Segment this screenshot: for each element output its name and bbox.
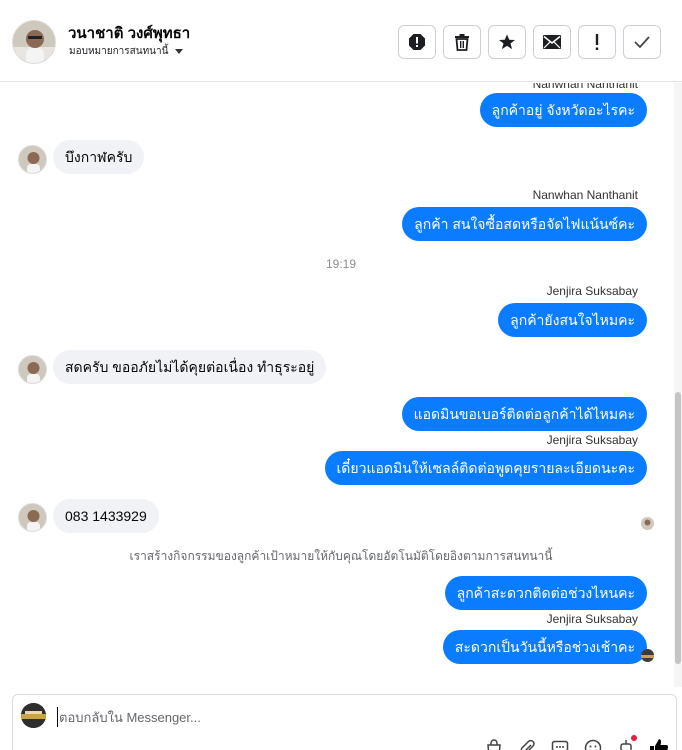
seen-receipt-avatar xyxy=(641,517,654,530)
attach-button[interactable] xyxy=(516,737,538,750)
send-like-button[interactable] xyxy=(648,737,670,750)
outgoing-message[interactable]: แอดมินขอเบอร์ติดต่อลูกค้าได้ไหมคะ xyxy=(401,397,647,431)
scrollbar-thumb[interactable] xyxy=(675,392,681,664)
trash-icon xyxy=(455,34,469,51)
emoji-button[interactable] xyxy=(582,737,604,750)
contact-avatar-small xyxy=(18,503,47,532)
saved-reply-button[interactable] xyxy=(549,737,571,750)
header-actions xyxy=(398,25,661,59)
shop-button[interactable] xyxy=(483,737,505,750)
contact-avatar-small xyxy=(18,145,47,174)
star-button[interactable] xyxy=(488,25,526,59)
sender-name: Nanwhan Nanthanit xyxy=(532,188,638,202)
mark-spam-button[interactable] xyxy=(398,25,436,59)
automation-button[interactable] xyxy=(615,735,637,750)
caret-down-icon xyxy=(175,49,184,54)
conversation-header: วนาชาติ วงศ์พุทธา มอบหมายการสนทนานี้ xyxy=(0,0,682,82)
mark-done-button[interactable] xyxy=(623,25,661,59)
delete-button[interactable] xyxy=(443,25,481,59)
assign-conversation-dropdown[interactable]: มอบหมายการสนทนานี้ xyxy=(69,44,184,59)
sender-name: Jenjira Suksabay xyxy=(546,433,638,447)
page-avatar xyxy=(21,703,46,728)
contact-avatar[interactable] xyxy=(12,20,56,64)
outgoing-message[interactable]: สะดวกเป็นวันนี้หรือช่วงเช้าคะ xyxy=(442,630,647,664)
composer-toolbar xyxy=(483,735,670,750)
timestamp-separator: 19:19 xyxy=(325,257,357,271)
system-activity-note: เราสร้างกิจกรรมของลูกค้าเป้าหมายให้กับคุ… xyxy=(129,549,553,563)
spam-alert-icon xyxy=(409,34,425,50)
message-list[interactable]: Nanwhan Nanthanit ลูกค้าอยู่ จังหวัดอะไร… xyxy=(0,83,674,687)
contact-avatar-small xyxy=(18,355,47,384)
incoming-message[interactable]: บึงกาฬครับ xyxy=(53,140,145,174)
like-icon xyxy=(650,739,669,750)
outgoing-message[interactable]: ลูกค้ายังสนใจไหมคะ xyxy=(498,303,647,337)
reply-composer xyxy=(12,694,677,750)
contact-name[interactable]: วนาชาติ วงศ์พุทธา xyxy=(68,21,190,45)
sender-name: Jenjira Suksabay xyxy=(546,284,638,298)
paperclip-icon xyxy=(520,739,535,750)
reply-input[interactable] xyxy=(57,707,457,727)
notification-dot xyxy=(631,735,637,741)
follow-up-button[interactable] xyxy=(578,25,616,59)
outgoing-message[interactable]: ลูกค้า สนใจซื้อสดหรือจัดไฟแน้นซ์คะ xyxy=(402,207,647,241)
seen-receipt-avatar xyxy=(641,649,654,662)
incoming-message[interactable]: 083 1433929 xyxy=(53,499,159,533)
emoji-icon xyxy=(584,739,602,750)
incoming-message[interactable]: สดครับ ขออภัยไม่ได้คุยต่อเนื่อง ทำธุระอย… xyxy=(53,350,327,384)
sender-name: Jenjira Suksabay xyxy=(546,612,638,626)
mark-unread-button[interactable] xyxy=(533,25,571,59)
outgoing-message[interactable]: ลูกค้าสะดวกติดต่อช่วงไหนคะ xyxy=(444,576,647,610)
star-icon xyxy=(499,34,515,50)
assign-label: มอบหมายการสนทนานี้ xyxy=(69,46,169,57)
shopping-bag-icon xyxy=(487,739,501,750)
sender-name: Nanwhan Nanthanit xyxy=(532,83,638,91)
mail-icon xyxy=(543,35,561,49)
outgoing-message[interactable]: เดี๋ยวแอดมินให้เซลล์ติดต่อพูดคุยรายละเอี… xyxy=(324,451,647,485)
check-icon xyxy=(634,36,650,49)
outgoing-message[interactable]: ลูกค้าอยู่ จังหวัดอะไรคะ xyxy=(479,93,647,127)
saved-reply-icon xyxy=(551,740,569,750)
exclamation-icon xyxy=(595,34,599,50)
